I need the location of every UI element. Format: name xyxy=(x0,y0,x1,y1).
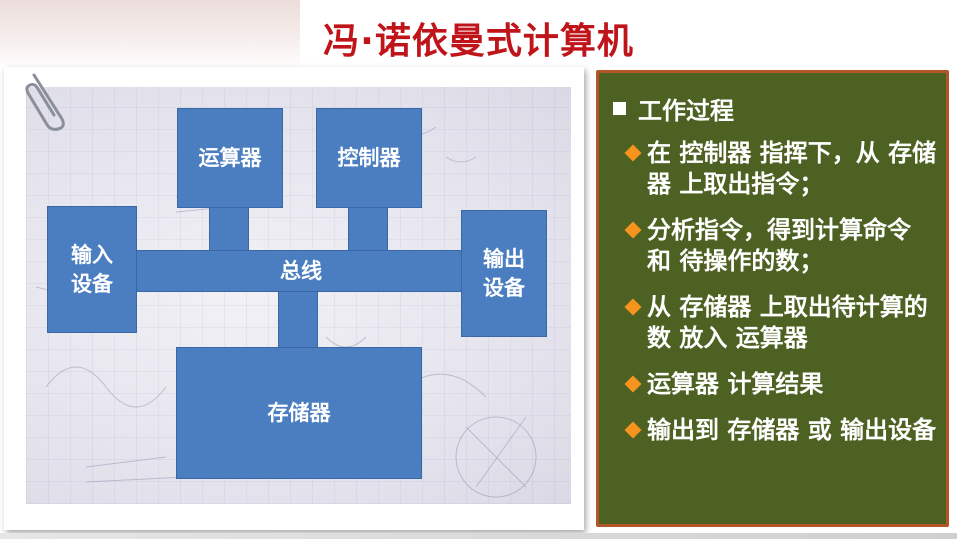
panel-heading: 工作过程 xyxy=(613,91,734,126)
step-text: 分析指令，得到计算命令 和 待操作的数； xyxy=(647,216,911,275)
step-text: 输出到 存储器 或 输出设备 xyxy=(647,416,937,444)
alu-bus-connector xyxy=(209,206,249,252)
diamond-bullet-icon xyxy=(624,221,642,239)
paperclip-icon xyxy=(25,73,65,131)
process-panel: 工作过程 在 控制器 指挥下，从 存储器 上取出指令； 分析指令，得到计算命令 … xyxy=(596,70,949,527)
diamond-bullet-icon xyxy=(624,298,642,316)
step-text: 运算器 计算结果 xyxy=(647,370,824,398)
diamond-bullet-icon xyxy=(624,421,642,439)
memory-label: 存储器 xyxy=(267,400,331,425)
alu-label: 运算器 xyxy=(198,145,262,170)
memory-bus-connector xyxy=(278,291,318,349)
step-text: 从 存储器 上取出待计算的数 放入 运算器 xyxy=(647,293,928,352)
panel-heading-text: 工作过程 xyxy=(638,97,734,125)
memory-block: 存储器 xyxy=(176,347,422,479)
input-device-block: 输入 设备 xyxy=(47,206,137,333)
controller-bus-connector xyxy=(348,206,388,252)
list-item: 在 控制器 指挥下，从 存储器 上取出指令； xyxy=(624,138,941,200)
input-device-label: 输入 设备 xyxy=(71,243,113,296)
step-text: 在 控制器 指挥下，从 存储器 上取出指令； xyxy=(647,139,937,198)
square-bullet-icon xyxy=(613,102,626,115)
bus-label: 总线 xyxy=(280,258,322,283)
bus-block: 总线 xyxy=(135,250,467,292)
controller-block: 控制器 xyxy=(316,108,422,208)
list-item: 运算器 计算结果 xyxy=(624,369,941,400)
output-device-label: 输出 设备 xyxy=(483,247,525,300)
page-title: 冯·诺依曼式计算机 xyxy=(323,21,634,62)
diagram-card: 总线 运算器 控制器 输入 设备 输出 设备 存储器 xyxy=(4,67,584,530)
list-item: 分析指令，得到计算命令 和 待操作的数； xyxy=(624,215,941,277)
controller-label: 控制器 xyxy=(337,145,401,170)
list-item: 从 存储器 上取出待计算的数 放入 运算器 xyxy=(624,292,941,354)
diamond-bullet-icon xyxy=(624,375,642,393)
list-item: 输出到 存储器 或 输出设备 xyxy=(624,415,941,446)
process-steps-list: 在 控制器 指挥下，从 存储器 上取出指令； 分析指令，得到计算命令 和 待操作… xyxy=(624,138,941,461)
output-device-block: 输出 设备 xyxy=(461,210,547,337)
footer-divider xyxy=(0,533,957,539)
diamond-bullet-icon xyxy=(624,144,642,162)
alu-block: 运算器 xyxy=(177,108,283,208)
